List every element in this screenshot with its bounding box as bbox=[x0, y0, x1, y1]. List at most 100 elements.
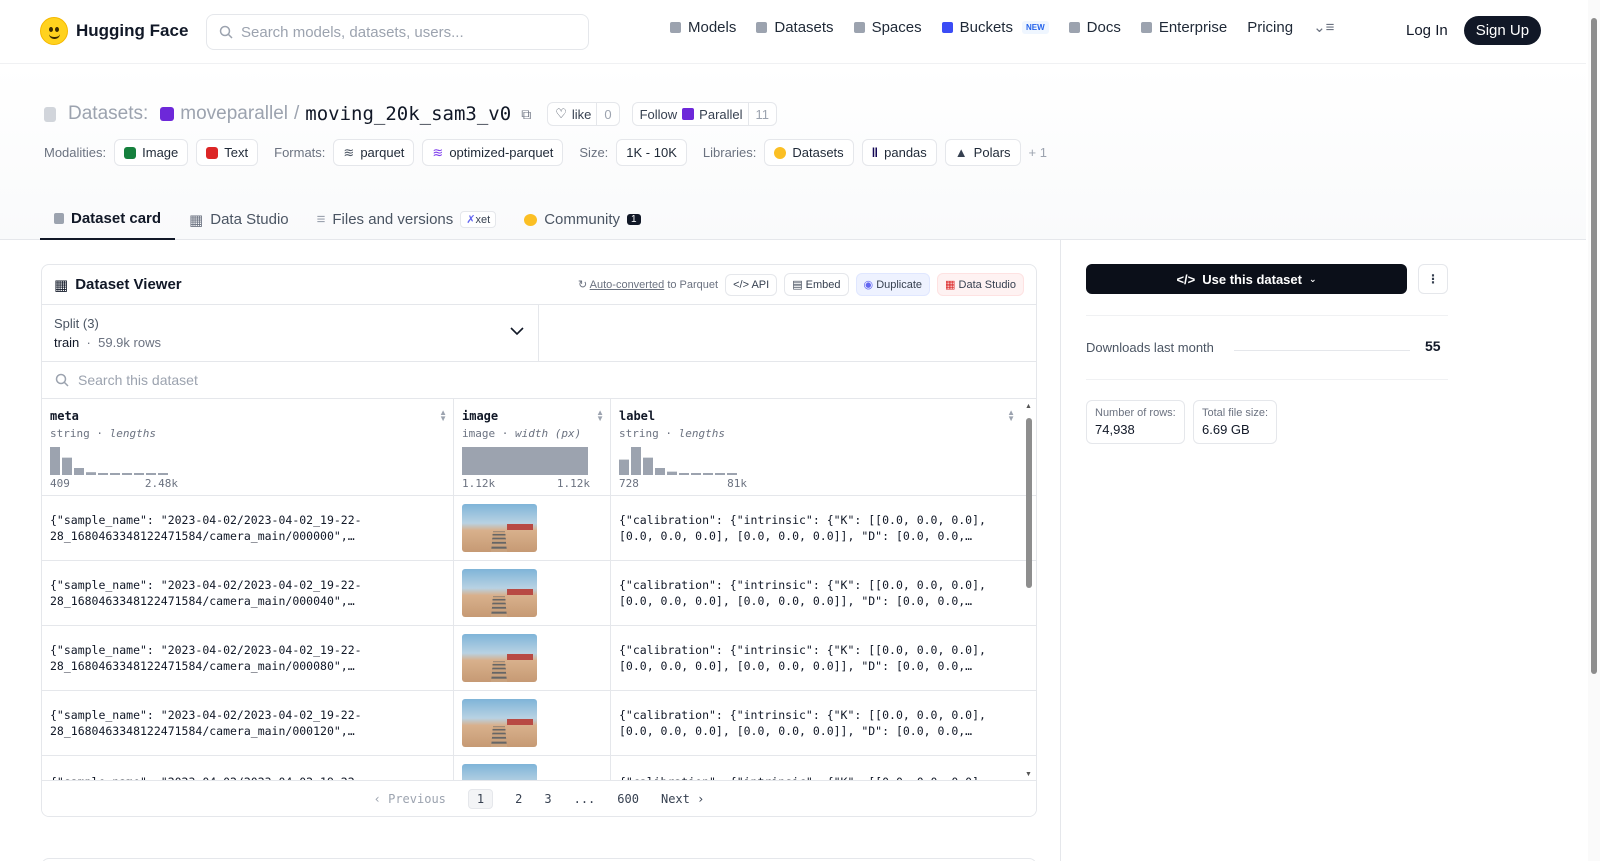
page-1[interactable]: 1 bbox=[467, 788, 494, 809]
split-selector[interactable]: Split (3) train · 59.9k rows bbox=[42, 305, 539, 361]
more-options-button[interactable]: ⋮ bbox=[1418, 264, 1448, 294]
table-icon: ▦ bbox=[189, 211, 204, 229]
repo-header: Datasets: moveparallel / moving_20k_sam3… bbox=[0, 64, 1586, 240]
histogram-image bbox=[462, 447, 588, 475]
like-button[interactable]: ♡ like 0 bbox=[547, 102, 620, 126]
tab-dataset-card[interactable]: Dataset card bbox=[40, 199, 176, 240]
tag-pandas[interactable]: ‖ pandas bbox=[861, 139, 937, 166]
tag-datasets-lib-label: Datasets bbox=[792, 145, 844, 160]
nav-spaces[interactable]: Spaces bbox=[853, 19, 922, 36]
brand-logo[interactable]: Hugging Face bbox=[40, 17, 188, 45]
histogram-bar bbox=[98, 473, 108, 475]
tab-dataset-card-label: Dataset card bbox=[71, 210, 162, 227]
histogram-bar bbox=[715, 473, 725, 475]
tag-size[interactable]: 1K - 10K bbox=[616, 139, 687, 166]
image-thumbnail[interactable] bbox=[462, 569, 537, 617]
breadcrumb-section[interactable]: Datasets: bbox=[68, 103, 148, 125]
table-row[interactable]: {"sample_name": "2023-04-02/2023-04-02_1… bbox=[42, 496, 1036, 561]
column-label[interactable]: label string · lengths ▲ ▼ 728 81k bbox=[611, 399, 1021, 495]
size-stat: Total file size: 6.69 GB bbox=[1193, 400, 1278, 444]
tag-parquet[interactable]: ≋ parquet bbox=[333, 139, 415, 166]
scroll-up-icon[interactable]: ▲ bbox=[1025, 403, 1032, 410]
nav-more-menu[interactable]: ⌄≡ bbox=[1313, 18, 1334, 36]
tag-polars-label: Polars bbox=[973, 145, 1011, 160]
sort-icon[interactable]: ▲ ▼ bbox=[1007, 409, 1015, 423]
rows-stat: Number of rows: 74,938 bbox=[1086, 400, 1185, 444]
table-row[interactable]: {"sample_name": "2023-04-02/2023-04-02_1… bbox=[42, 561, 1036, 626]
image-thumbnail[interactable] bbox=[462, 504, 537, 552]
page-scrollbar[interactable] bbox=[1588, 0, 1600, 861]
tab-community-label: Community bbox=[544, 211, 621, 228]
page-scrollbar-thumb[interactable] bbox=[1591, 18, 1597, 674]
signup-button[interactable]: Sign Up bbox=[1463, 16, 1542, 45]
breadcrumb-separator: / bbox=[294, 103, 300, 124]
page-3[interactable]: 3 bbox=[544, 792, 551, 806]
split-value: train bbox=[54, 335, 80, 350]
duplicate-button[interactable]: ◉ Duplicate bbox=[855, 273, 931, 296]
nav-docs[interactable]: Docs bbox=[1068, 19, 1121, 36]
brand-name: Hugging Face bbox=[76, 21, 189, 40]
histogram-meta bbox=[50, 447, 168, 475]
dataset-search-placeholder: Search this dataset bbox=[78, 372, 198, 388]
code-icon: </> bbox=[1176, 271, 1196, 287]
column-image[interactable]: image image · width (px) ▲ ▼ 1.12k 1.12k bbox=[454, 399, 611, 495]
histogram-bar bbox=[50, 447, 60, 475]
tag-polars[interactable]: ▲ Polars bbox=[944, 139, 1021, 166]
histogram-bar bbox=[619, 459, 629, 475]
page-2[interactable]: 2 bbox=[515, 792, 522, 806]
spaces-icon bbox=[853, 21, 865, 33]
previous-page-button[interactable]: ‹ Previous bbox=[374, 792, 446, 806]
sort-icon[interactable]: ▲ ▼ bbox=[596, 409, 604, 423]
embed-button[interactable]: ▤ Embed bbox=[784, 273, 849, 296]
tab-data-studio[interactable]: ▦ Data Studio bbox=[175, 199, 303, 240]
nav-datasets[interactable]: Datasets bbox=[756, 18, 834, 36]
hugging-face-logo-icon bbox=[40, 17, 68, 45]
table-row[interactable]: {"sample_name": "2023-04-02/2023-04-02_1… bbox=[42, 691, 1036, 756]
xet-badge: ✗xet bbox=[460, 211, 497, 228]
page-600[interactable]: 600 bbox=[617, 792, 639, 806]
global-search-input[interactable]: Search models, datasets, users... bbox=[206, 14, 589, 50]
data-studio-button[interactable]: ▦ Data Studio bbox=[937, 273, 1024, 296]
docs-icon bbox=[1068, 21, 1080, 33]
copy-icon[interactable]: ⧉ bbox=[521, 106, 531, 123]
follow-button[interactable]: Follow Parallel 11 bbox=[631, 102, 778, 126]
next-page-button[interactable]: Next › bbox=[661, 792, 704, 806]
login-link[interactable]: Log In bbox=[1406, 22, 1448, 39]
scroll-down-icon[interactable]: ▼ bbox=[1025, 771, 1032, 778]
tag-image-label: Image bbox=[142, 145, 179, 160]
divider bbox=[1086, 315, 1448, 316]
use-this-dataset-button[interactable]: </> Use this dataset ⌄ bbox=[1086, 264, 1407, 294]
nav-pricing[interactable]: Pricing bbox=[1247, 19, 1293, 36]
datasets-icon bbox=[756, 21, 768, 33]
auto-converted-link[interactable]: Auto-converted bbox=[590, 279, 665, 291]
tag-image[interactable]: Image bbox=[114, 139, 189, 166]
tag-datasets-lib[interactable]: Datasets bbox=[764, 139, 854, 166]
image-thumbnail[interactable] bbox=[462, 634, 537, 682]
grid-icon: ▦ bbox=[54, 276, 69, 294]
auto-converted-note: ↻ Auto-converted to Parquet bbox=[578, 278, 718, 291]
table-row[interactable]: {"sample_name": "2023-04-02/2023-04-02_1… bbox=[42, 626, 1036, 691]
nav-pricing-label: Pricing bbox=[1247, 18, 1294, 36]
column-meta[interactable]: meta string · lengths ▲ ▼ 409 2.48k bbox=[42, 399, 454, 495]
nav-buckets[interactable]: Buckets NEW bbox=[941, 19, 1049, 36]
tag-optimized-parquet[interactable]: ≋ optimized-parquet bbox=[422, 139, 564, 166]
table-scrollbar-thumb[interactable] bbox=[1026, 418, 1032, 588]
more-libraries[interactable]: + 1 bbox=[1029, 145, 1047, 160]
tag-text[interactable]: Text bbox=[196, 139, 259, 166]
nav-enterprise[interactable]: Enterprise bbox=[1140, 19, 1227, 36]
models-icon bbox=[670, 21, 681, 33]
sort-icon[interactable]: ▲ ▼ bbox=[439, 409, 447, 423]
api-button[interactable]: </> API bbox=[725, 273, 778, 296]
nav-datasets-label: Datasets bbox=[774, 18, 834, 36]
histogram-bar bbox=[110, 473, 120, 475]
dataset-search-input[interactable]: Search this dataset bbox=[42, 362, 1036, 399]
tab-files-and-versions[interactable]: ≡ Files and versions ✗xet bbox=[303, 199, 511, 240]
tab-community[interactable]: Community 1 bbox=[510, 199, 654, 240]
table-scrollbar[interactable]: ▲ ▼ bbox=[1025, 403, 1033, 778]
breadcrumb-owner[interactable]: moveparallel bbox=[180, 103, 288, 125]
nav-models[interactable]: Models bbox=[670, 19, 736, 36]
image-thumbnail[interactable] bbox=[462, 699, 537, 747]
dataset-icon bbox=[44, 106, 56, 122]
breadcrumb: Datasets: moveparallel / moving_20k_sam3… bbox=[44, 102, 778, 126]
repo-title: moving_20k_sam3_v0 bbox=[305, 103, 512, 125]
